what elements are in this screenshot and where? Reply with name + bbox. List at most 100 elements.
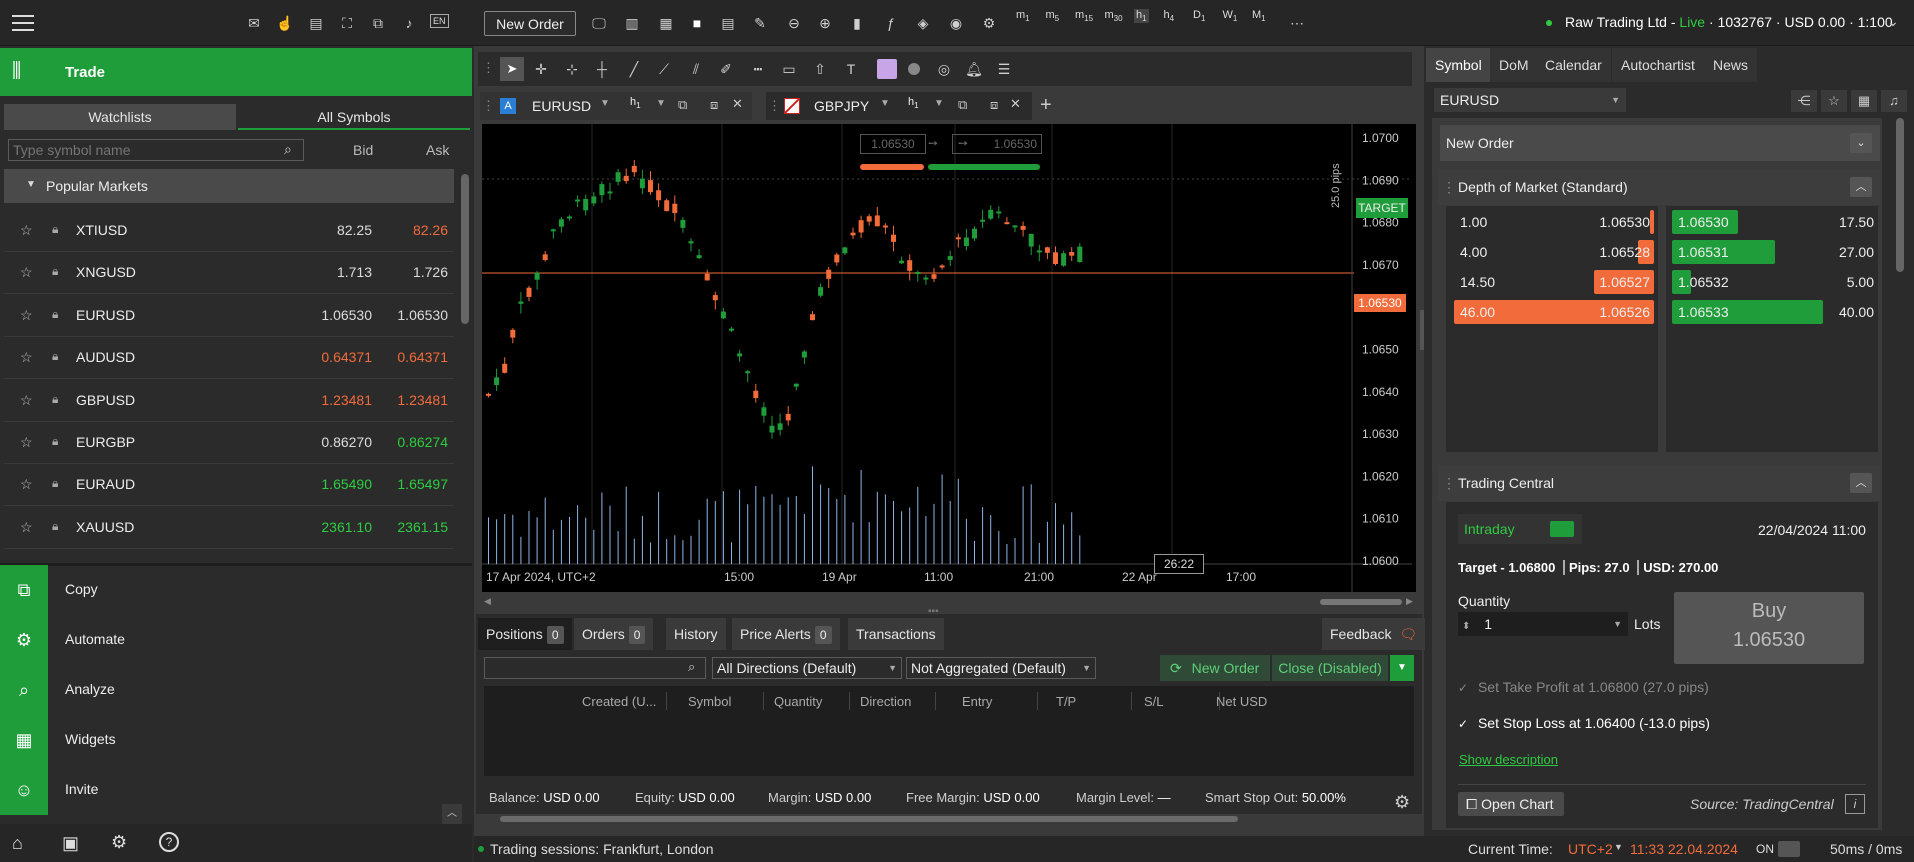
gear-icon[interactable]: ⚙ (111, 832, 127, 853)
crosshair-icon[interactable]: ✛ (532, 60, 550, 78)
right-new-order-bar[interactable]: New Order ⌄ (1440, 125, 1880, 161)
stop-loss-checkbox[interactable]: ✓ Set Stop Loss at 1.06400 (-13.0 pips) (1458, 715, 1710, 731)
column-header[interactable]: Net USD (1216, 694, 1267, 709)
dom-bid-row[interactable]: 46.00 1.06526 (1452, 300, 1654, 326)
column-header[interactable]: Created (U... (582, 694, 656, 709)
zoom-in-icon[interactable]: ⊕ (816, 14, 834, 32)
rectangle-icon[interactable]: ▭ (780, 60, 798, 78)
star-icon[interactable]: ☆ (20, 476, 33, 493)
timeframe-m5[interactable]: m5 (1046, 9, 1060, 23)
star-icon[interactable]: ☆ (20, 307, 33, 324)
column-header[interactable]: Direction (860, 694, 911, 709)
star-icon[interactable]: ☆ (20, 519, 33, 536)
star-icon[interactable]: ☆ (20, 222, 33, 239)
timeframe-M1[interactable]: M1 (1252, 9, 1266, 23)
alert-bell-icon[interactable]: 🔔︎ (965, 60, 983, 78)
eye-icon[interactable]: ◉ (947, 14, 965, 32)
list-icon[interactable]: ☰ (995, 60, 1013, 78)
star-icon[interactable]: ☆ (20, 392, 33, 409)
bid-price[interactable]: 2361.10 (321, 519, 372, 535)
trade-header[interactable]: ⫼ Trade (0, 48, 472, 96)
column-header[interactable]: S/L (1144, 694, 1164, 709)
bid-price[interactable]: 1.23481 (321, 392, 372, 408)
toggle-switch[interactable] (1778, 841, 1800, 857)
column-header[interactable]: Quantity (774, 694, 822, 709)
chart-monitor-icon[interactable]: 🖵 (590, 14, 608, 32)
show-description-link[interactable]: Show description (1459, 752, 1558, 767)
watchlist-row[interactable]: ☆ 🔒︎ EURAUD 1.65490 1.65497 (4, 464, 454, 507)
open-chart-button[interactable]: ⧠ Open Chart (1458, 792, 1564, 816)
news-icon[interactable]: ▤ (307, 14, 325, 32)
split-layout-icon[interactable]: ▤ (719, 14, 737, 32)
v-line-icon[interactable]: ┼ (593, 60, 611, 78)
layout-icon[interactable]: ▥ (623, 14, 641, 32)
chart-tab-gbpjpy[interactable]: ⋮ GBPJPY ▼ h1 ▼ ⧉ ⧈ ✕ (766, 92, 1032, 120)
target-label[interactable]: TARGET (1356, 198, 1408, 218)
info-icon[interactable]: i (1845, 794, 1865, 814)
tab-positions[interactable]: Positions 0 (478, 618, 572, 650)
quantity-stepper[interactable]: ⬍ 1 ▼ (1458, 612, 1628, 636)
watchlist-scrollbar[interactable] (461, 174, 469, 324)
tab-orders[interactable]: Orders 0 (574, 618, 654, 650)
direction-filter[interactable]: All Directions (Default) ▼ (712, 657, 902, 679)
column-header[interactable]: Symbol (688, 694, 731, 709)
menu-item-copy[interactable]: ⧉ Copy (0, 565, 472, 615)
ray-icon[interactable]: ⟋ (655, 60, 673, 78)
close-positions-button[interactable]: Close (Disabled) (1272, 655, 1388, 681)
gear-icon[interactable]: ⚙ (1394, 792, 1410, 813)
timezone[interactable]: UTC+2 (1568, 841, 1613, 857)
watchlist-row[interactable]: ☆ 🔒︎ EURGBP 0.86270 0.86274 (4, 422, 454, 464)
timeframe-D1[interactable]: D1 (1193, 9, 1205, 23)
tab-history[interactable]: History (666, 618, 726, 650)
wallet-icon[interactable]: ▣ (62, 833, 79, 854)
bid-price[interactable]: 1.06530 (321, 307, 372, 323)
popout-icon[interactable]: ⧈ (710, 97, 718, 113)
dom-ask-row[interactable]: 1.06531 27.00 (1672, 240, 1874, 266)
hand-icon[interactable]: ☝ (276, 14, 294, 32)
chevron-down-icon[interactable]: ⌄ (1884, 12, 1902, 30)
arrow-icon[interactable]: ⇧ (811, 60, 829, 78)
drag-handle-icon[interactable]: ⋮ (482, 60, 495, 76)
ask-price[interactable]: 1.726 (413, 264, 448, 280)
watchlist-row[interactable]: ☆ 🔒︎ XTIUSD 82.25 82.26 (4, 210, 454, 252)
watchlist-row[interactable]: ☆ 🔒︎ EURUSD 1.06530 1.06530 (4, 295, 454, 337)
menu-item-automate[interactable]: ⚙ Automate (0, 615, 472, 665)
hamburger-menu-icon[interactable] (12, 13, 34, 31)
right-scrollbar[interactable] (1896, 118, 1904, 272)
take-profit-checkbox[interactable]: ✓ Set Take Profit at 1.06800 (27.0 pips) (1458, 679, 1709, 695)
dom-ask-row[interactable]: 1.06532 5.00 (1672, 270, 1874, 296)
channel-icon[interactable]: ⫽ (687, 60, 705, 78)
cursor-icon[interactable]: ➤ (500, 57, 524, 81)
symbol-search-input[interactable] (8, 139, 304, 161)
star-icon[interactable]: ☆ (20, 264, 33, 281)
pen-icon[interactable]: ✐ (717, 60, 735, 78)
popular-markets-group[interactable]: ▼ Popular Markets (4, 169, 454, 203)
bid-price[interactable]: 0.86270 (321, 434, 372, 450)
tab-transactions[interactable]: Transactions (848, 618, 944, 650)
tab-timeframe[interactable]: h1 (630, 96, 641, 110)
timeframe-h1[interactable]: h1 (1134, 9, 1149, 24)
fib-icon[interactable]: ┅ (749, 60, 767, 78)
close-dropdown-button[interactable]: ▼ (1390, 655, 1414, 681)
chart-icon[interactable]: ▦ (1851, 90, 1877, 112)
chevron-up-icon[interactable]: ︿ (1850, 177, 1872, 197)
chevron-up-icon[interactable]: ︿ (1850, 473, 1872, 493)
tab-watchlists[interactable]: Watchlists (4, 104, 236, 130)
right-symbol-select[interactable]: EURUSD ▼ (1434, 88, 1626, 112)
ask-price[interactable]: 0.64371 (397, 349, 448, 365)
dom-bid-row[interactable]: 14.50 1.06527 (1452, 270, 1654, 296)
candles-icon[interactable]: ▮ (848, 14, 866, 32)
ask-price[interactable]: 1.23481 (397, 392, 448, 408)
chevron-down-icon[interactable]: ▼ (600, 98, 610, 109)
chart-canvas[interactable]: 1.07001.06901.06801.06701.06601.06501.06… (482, 124, 1416, 592)
indicator-icon[interactable]: ƒ (882, 14, 900, 32)
watchlist-row[interactable]: ☆ 🔒︎ GBPUSD 1.23481 1.23481 (4, 380, 454, 422)
watchlist-row[interactable]: ☆ 🔒︎ XAUUSD 2361.10 2361.15 (4, 507, 454, 549)
ask-price[interactable]: 0.86274 (397, 434, 448, 450)
positions-search-input[interactable] (484, 657, 706, 679)
bid-price[interactable]: 1.65490 (321, 476, 372, 492)
menu-item-analyze[interactable]: ⌕ Analyze (0, 665, 472, 715)
sound-icon[interactable]: ♪ (400, 14, 418, 32)
tab-all-symbols[interactable]: All Symbols (238, 104, 470, 130)
chart-hscroll[interactable]: ◀ ▶ (482, 596, 1416, 608)
